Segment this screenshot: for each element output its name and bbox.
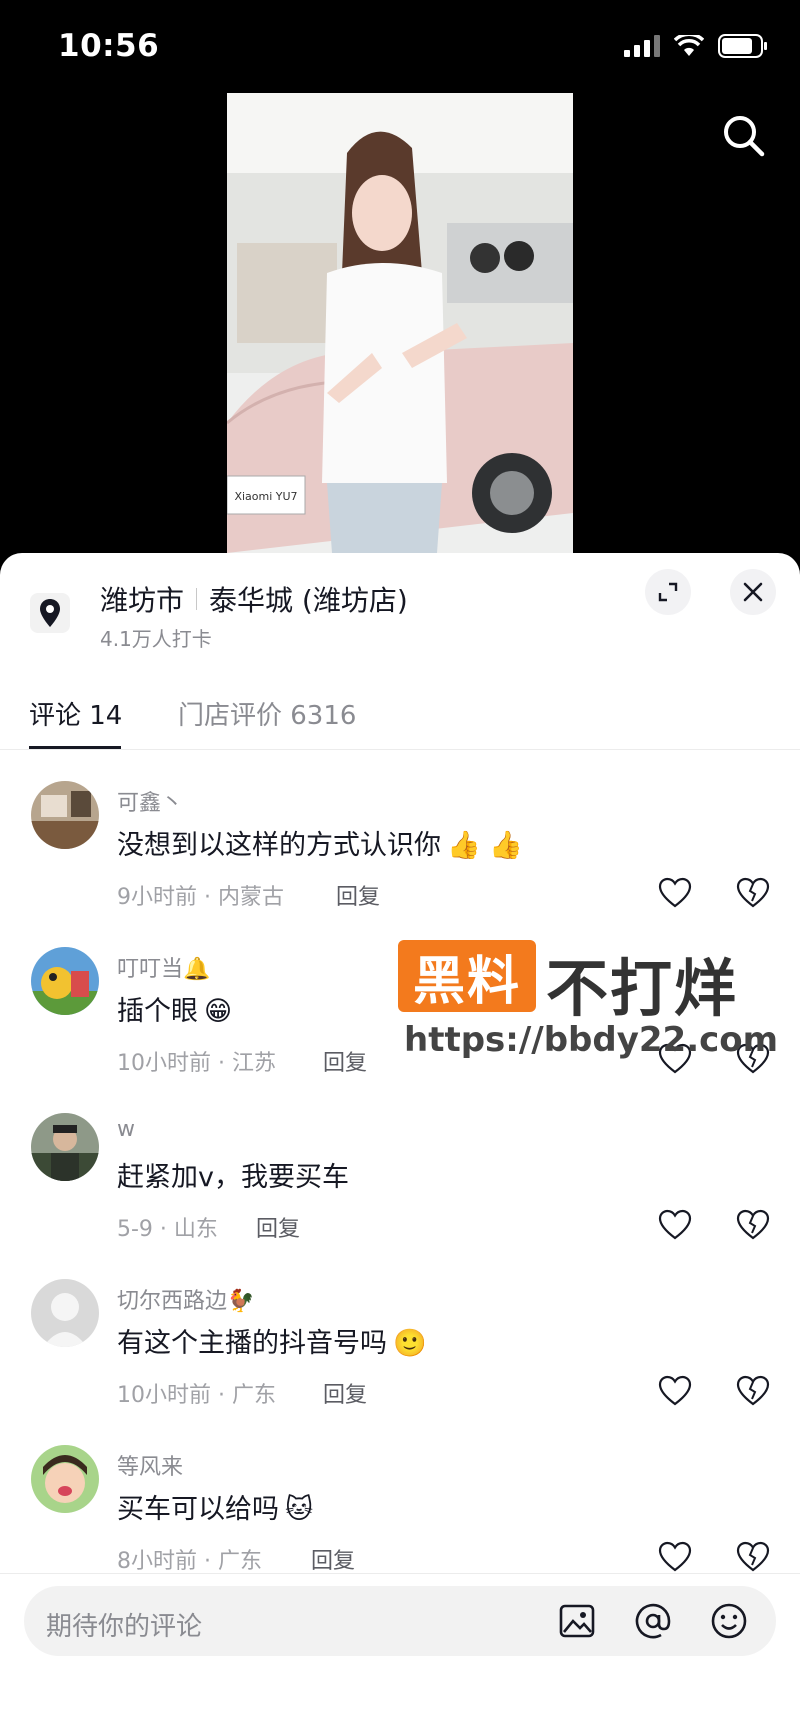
- wifi-icon: [674, 35, 704, 56]
- comments-sheet: 潍坊市 泰华城 (潍坊店) 4.1万人打卡 评论 14 门店评价 6316 可鑫…: [0, 553, 800, 1731]
- close-button[interactable]: [730, 569, 776, 615]
- tab-comments[interactable]: 评论 14: [29, 695, 122, 732]
- bell-emoji: 🔔: [183, 957, 211, 982]
- comment-username[interactable]: 等风来: [117, 1449, 183, 1481]
- comment-username[interactable]: 可鑫丶: [117, 785, 183, 817]
- emoji-icon[interactable]: [710, 1602, 748, 1640]
- input-placeholder: 期待你的评论: [46, 1612, 203, 1642]
- watermark-badge: 黑料: [398, 940, 536, 1012]
- comment-text: 买车可以给吗 🐱: [117, 1494, 314, 1525]
- comment-username[interactable]: 叮叮当🔔: [117, 951, 210, 983]
- reply-button[interactable]: 回复: [323, 1377, 367, 1409]
- avatar[interactable]: [31, 947, 99, 1015]
- battery-icon: [718, 34, 767, 58]
- tab-bar: 评论 14 门店评价 6316: [0, 683, 800, 750]
- comment-input-bar: 期待你的评论: [0, 1573, 800, 1732]
- reply-button[interactable]: 回复: [311, 1543, 355, 1575]
- heart-icon[interactable]: [658, 877, 692, 909]
- checkin-count: 4.1万人打卡: [100, 627, 212, 651]
- broken-heart-icon[interactable]: [736, 1541, 770, 1573]
- status-time: 10:56: [58, 28, 160, 64]
- broken-heart-icon[interactable]: [736, 1375, 770, 1407]
- expand-button[interactable]: [645, 569, 691, 615]
- watermark-title: 不打烊: [546, 952, 739, 1025]
- mention-icon[interactable]: [634, 1602, 672, 1640]
- expand-icon: [658, 582, 678, 602]
- search-button[interactable]: [716, 108, 772, 164]
- broken-heart-icon[interactable]: [736, 1209, 770, 1241]
- avatar[interactable]: [31, 781, 99, 849]
- image-icon[interactable]: [558, 1602, 596, 1640]
- comment-meta: 10小时前 · 广东: [117, 1383, 276, 1408]
- comment-emoji: 👍 👍: [447, 830, 523, 861]
- location-pin-icon: [30, 593, 70, 633]
- reply-button[interactable]: 回复: [256, 1211, 300, 1243]
- comment-text: 有这个主播的抖音号吗 🙂: [117, 1328, 427, 1359]
- comment-emoji: 🙂: [393, 1328, 427, 1359]
- heart-icon[interactable]: [658, 1541, 692, 1573]
- avatar[interactable]: [31, 1279, 99, 1347]
- comment-meta: 10小时前 · 江苏: [117, 1051, 276, 1076]
- svg-text:Xiaomi YU7: Xiaomi YU7: [234, 490, 297, 503]
- location-city: 潍坊市: [100, 584, 185, 617]
- rooster-emoji: 🐓: [227, 1289, 255, 1314]
- reply-button[interactable]: 回复: [336, 879, 380, 911]
- comment-text: 插个眼 😁: [117, 996, 233, 1027]
- comment-emoji: 😁: [204, 996, 233, 1027]
- signal-icon: [624, 35, 660, 57]
- comment-item: 可鑫丶 没想到以这样的方式认识你 👍 👍 9小时前 · 内蒙古 回复: [0, 781, 800, 947]
- comment-username[interactable]: w: [117, 1117, 135, 1142]
- broken-heart-icon[interactable]: [736, 877, 770, 909]
- car-plate: Xiaomi YU7: [227, 475, 306, 515]
- location-store: 泰华城 (潍坊店): [209, 584, 408, 617]
- comment-emoji: 🐱: [285, 1494, 314, 1525]
- title-divider: [196, 588, 198, 610]
- close-icon: [743, 582, 763, 602]
- watermark-url: https://bbdy22.com: [404, 1020, 779, 1060]
- comment-input[interactable]: 期待你的评论: [24, 1586, 776, 1656]
- video-frame-image: Xiaomi YU7: [227, 93, 573, 553]
- status-bar: 10:56: [0, 0, 800, 90]
- heart-icon[interactable]: [658, 1209, 692, 1241]
- active-tab-indicator: [29, 746, 121, 749]
- comment-username[interactable]: 切尔西路边🐓: [117, 1283, 254, 1315]
- reply-button[interactable]: 回复: [323, 1045, 367, 1077]
- comment-text: 赶紧加v，我要买车: [117, 1162, 349, 1193]
- comment-item: w 赶紧加v，我要买车 5-9 · 山东 回复: [0, 1113, 800, 1279]
- comment-item: 切尔西路边🐓 有这个主播的抖音号吗 🙂 10小时前 · 广东 回复: [0, 1279, 800, 1445]
- comment-meta: 8小时前 · 广东: [117, 1549, 262, 1574]
- tab-store-reviews[interactable]: 门店评价 6316: [178, 695, 356, 732]
- search-icon: [724, 116, 765, 157]
- system-icons: [624, 34, 768, 58]
- comment-text: 没想到以这样的方式认识你 👍 👍: [117, 830, 523, 861]
- video-player[interactable]: Xiaomi YU7: [227, 93, 573, 553]
- comment-meta: 9小时前 · 内蒙古: [117, 885, 284, 910]
- comment-meta: 5-9 · 山东: [117, 1217, 218, 1242]
- avatar[interactable]: [31, 1445, 99, 1513]
- avatar[interactable]: [31, 1113, 99, 1181]
- heart-icon[interactable]: [658, 1375, 692, 1407]
- location-title[interactable]: 潍坊市 泰华城 (潍坊店): [100, 579, 408, 619]
